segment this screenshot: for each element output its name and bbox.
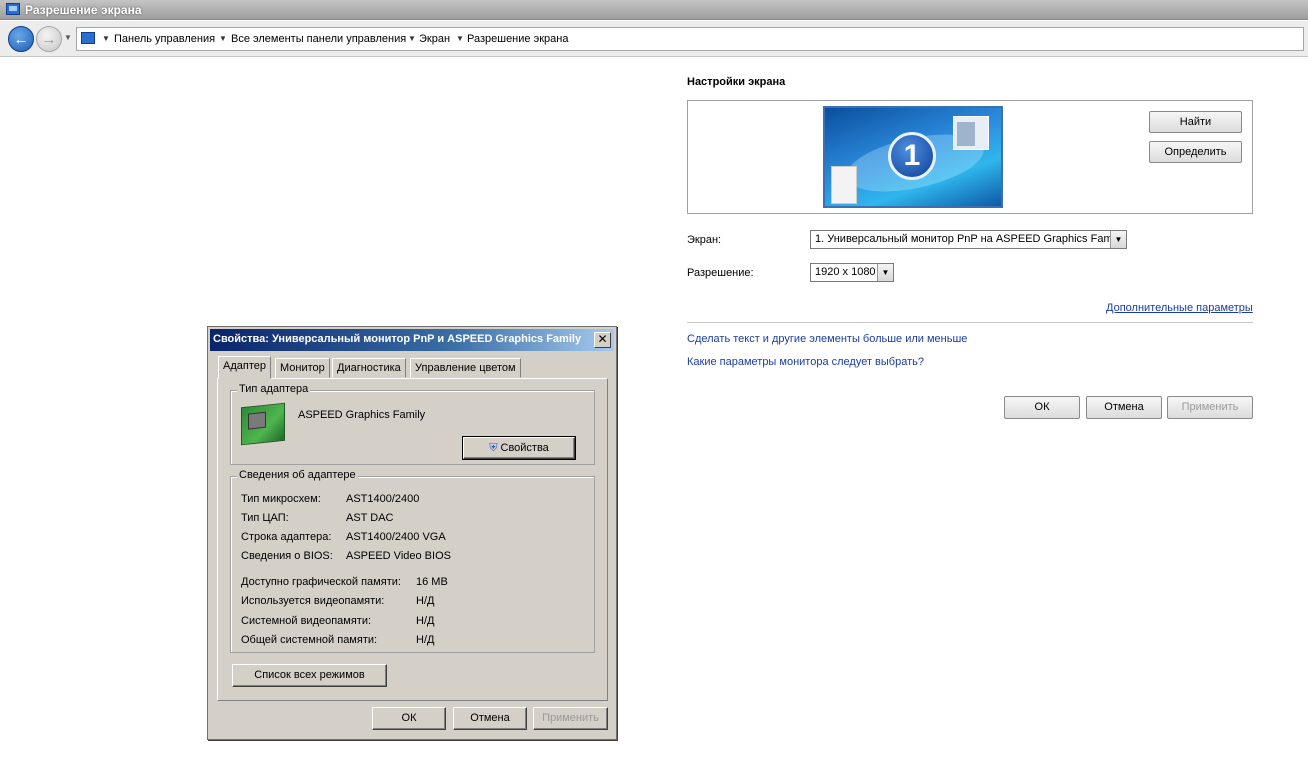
system-video-memory-label: Системной видеопамяти: (241, 615, 372, 627)
adapter-properties-button[interactable]: ⛨ Свойства (462, 436, 576, 460)
adapter-string-label: Строка адаптера: (241, 531, 332, 543)
chevron-down-icon[interactable]: ▼ (877, 264, 893, 281)
tab-color-management[interactable]: Управление цветом (410, 358, 521, 378)
which-settings-link[interactable]: Какие параметры монитора следует выбрать… (687, 356, 924, 368)
dialog-title: Свойства: Универсальный монитор PnP и AS… (213, 333, 582, 345)
adapter-properties-dialog: Свойства: Универсальный монитор PnP и AS… (207, 326, 617, 740)
video-card-icon (241, 402, 285, 446)
shared-system-memory-label: Общей системной памяти: (241, 634, 378, 646)
adapter-name: ASPEED Graphics Family (298, 409, 426, 421)
dialog-cancel-button[interactable]: Отмена (453, 707, 527, 730)
chip-type-value: AST1400/2400 (346, 493, 420, 505)
resolution-label: Разрешение: (687, 267, 754, 279)
arrow-left-icon: ← (13, 30, 29, 48)
window-title-bar: Разрешение экрана (0, 0, 1308, 20)
page-title: Настройки экрана (687, 76, 786, 88)
identify-button[interactable]: Определить (1149, 141, 1242, 163)
adapter-type-group-label: Тип адаптера (237, 383, 311, 395)
divider (687, 322, 1253, 323)
mini-start-menu-icon (831, 166, 857, 204)
find-button[interactable]: Найти (1149, 111, 1242, 133)
resolution-select[interactable]: 1920 x 1080 ▼ (810, 263, 894, 282)
tab-adapter[interactable]: Адаптер (218, 356, 271, 379)
monitor-thumbnail[interactable]: 1 (823, 106, 1003, 208)
tab-monitor[interactable]: Монитор (275, 358, 330, 378)
chevron-down-icon[interactable]: ▼ (1110, 231, 1126, 248)
adapter-properties-button-label: Свойства (500, 442, 549, 454)
used-video-memory-value: Н/Д (416, 595, 435, 607)
text-size-link[interactable]: Сделать текст и другие элементы больше и… (687, 333, 967, 345)
arrow-right-icon: → (41, 30, 57, 48)
navigation-bar: ← → ▼ ▼ Панель управления ▼ Все элементы… (0, 21, 1308, 57)
forward-button[interactable]: → (36, 26, 62, 52)
resolution-select-value: 1920 x 1080 (815, 266, 876, 278)
adapter-info-group-label: Сведения об адаптере (237, 469, 358, 481)
screen-select-value: 1. Универсальный монитор PnP на ASPEED G… (815, 233, 1123, 245)
ok-button[interactable]: ОК (1004, 396, 1080, 419)
breadcrumb-resolution[interactable]: Разрешение экрана (467, 33, 568, 45)
display-settings-icon (6, 3, 20, 15)
window-title: Разрешение экрана (25, 3, 142, 17)
recent-pages-chevron-down-icon[interactable]: ▼ (64, 33, 72, 42)
dac-type-value: AST DAC (346, 512, 394, 524)
dialog-ok-button[interactable]: ОК (372, 707, 446, 730)
available-memory-value: 16 MB (416, 576, 448, 588)
address-bar[interactable]: ▼ Панель управления ▼ Все элементы панел… (76, 27, 1304, 51)
dialog-apply-button[interactable]: Применить (533, 707, 608, 730)
list-all-modes-button[interactable]: Список всех режимов (232, 664, 387, 687)
used-video-memory-label: Используется видеопамяти: (241, 595, 385, 607)
back-button[interactable]: ← (8, 26, 34, 52)
advanced-settings-link[interactable]: Дополнительные параметры (1106, 302, 1253, 314)
breadcrumb-control-panel[interactable]: Панель управления (114, 33, 215, 45)
dac-type-label: Тип ЦАП: (241, 512, 289, 524)
chevron-down-icon[interactable]: ▼ (219, 34, 227, 43)
breadcrumb-display[interactable]: Экран (419, 33, 450, 45)
dialog-title-bar[interactable]: Свойства: Универсальный монитор PnP и AS… (210, 329, 614, 351)
chevron-down-icon[interactable]: ▼ (456, 34, 464, 43)
monitor-number-badge: 1 (888, 132, 936, 180)
chevron-down-icon[interactable]: ▼ (408, 34, 416, 43)
bios-label: Сведения о BIOS: (241, 550, 333, 562)
cancel-button[interactable]: Отмена (1086, 396, 1162, 419)
breadcrumb-all-items[interactable]: Все элементы панели управления (231, 33, 406, 45)
adapter-info-group: Сведения об адаптере Тип микросхем: AST1… (230, 469, 595, 653)
adapter-string-value: AST1400/2400 VGA (346, 531, 446, 543)
mini-window-icon (953, 116, 989, 150)
adapter-type-group: Тип адаптера ASPEED Graphics Family ⛨ Св… (230, 383, 595, 465)
monitor-preview-panel: 1 Найти Определить (687, 100, 1253, 214)
bios-value: ASPEED Video BIOS (346, 550, 451, 562)
control-panel-icon (81, 32, 95, 44)
chevron-down-icon[interactable]: ▼ (102, 34, 110, 43)
shared-system-memory-value: Н/Д (416, 634, 435, 646)
apply-button[interactable]: Применить (1167, 396, 1253, 419)
tab-diagnostics[interactable]: Диагностика (332, 358, 406, 378)
system-video-memory-value: Н/Д (416, 615, 435, 627)
close-icon[interactable]: ✕ (594, 332, 611, 348)
screen-label: Экран: (687, 234, 722, 246)
chip-type-label: Тип микросхем: (241, 493, 321, 505)
adapter-tab-panel: Тип адаптера ASPEED Graphics Family ⛨ Св… (217, 378, 608, 701)
screen-select[interactable]: 1. Универсальный монитор PnP на ASPEED G… (810, 230, 1127, 249)
uac-shield-icon: ⛨ (489, 442, 498, 454)
available-memory-label: Доступно графической памяти: (241, 576, 401, 588)
